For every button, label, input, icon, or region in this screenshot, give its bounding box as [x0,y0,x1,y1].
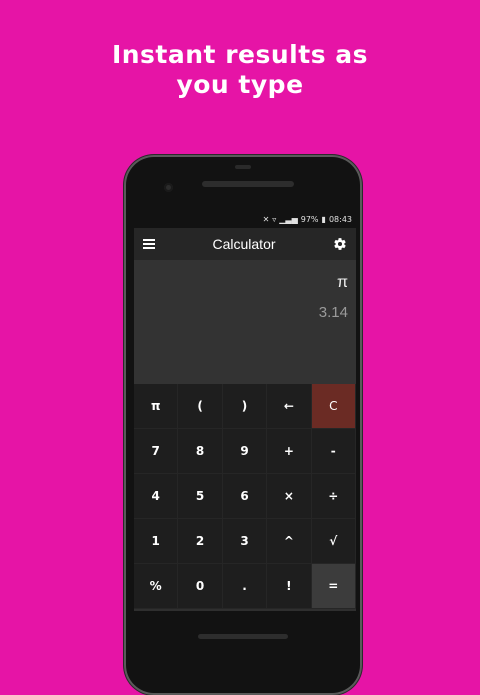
key-4[interactable]: 4 [134,474,179,519]
signal-icon: ▁▃▅ [279,215,298,224]
key-factorial[interactable]: ! [267,564,312,609]
app-bar: Calculator [134,228,356,260]
key-multiply[interactable]: × [267,474,312,519]
key-divide[interactable]: ÷ [311,474,356,519]
key-sqrt[interactable]: √ [311,519,356,564]
promo-headline: Instant results as you type [0,40,480,100]
key-open-paren[interactable]: ( [178,384,223,429]
key-backspace[interactable]: ← [267,384,312,429]
battery-icon: ▮ [321,215,326,224]
key-pi[interactable]: π [134,384,179,429]
key-2[interactable]: 2 [178,519,223,564]
headline-line-2: you type [176,70,304,99]
key-7[interactable]: 7 [134,429,179,474]
front-camera [164,183,173,192]
expression-text[interactable]: π [337,274,348,292]
key-6[interactable]: 6 [222,474,268,519]
hamburger-menu-icon[interactable] [143,239,155,249]
keypad: π ( ) ← C 7 8 9 + - 4 5 6 × ÷ 1 2 3 ^ √ … [134,384,356,609]
key-9[interactable]: 9 [222,429,268,474]
key-minus[interactable]: - [311,429,356,474]
key-decimal[interactable]: . [222,564,268,609]
key-percent[interactable]: % [134,564,179,609]
headline-line-1: Instant results as [111,40,369,69]
key-5[interactable]: 5 [178,474,223,519]
key-8[interactable]: 8 [178,429,223,474]
key-close-paren[interactable]: ) [222,384,268,429]
phone-frame: ✕ ▿ ▁▃▅ 97% ▮ 08:43 Calculator π 3.14 π … [124,155,362,695]
mute-icon: ✕ [262,215,270,224]
key-3[interactable]: 3 [222,519,268,564]
wifi-icon: ▿ [272,215,277,224]
bottom-speaker [198,634,288,639]
key-plus[interactable]: + [267,429,312,474]
status-bar: ✕ ▿ ▁▃▅ 97% ▮ 08:43 [134,211,356,228]
earpiece-speaker [202,181,294,187]
gear-icon[interactable] [333,237,347,251]
key-0[interactable]: 0 [178,564,223,609]
key-equals[interactable]: = [311,564,356,609]
key-1[interactable]: 1 [134,519,179,564]
phone-sensor [235,165,251,169]
phone-screen: ✕ ▿ ▁▃▅ 97% ▮ 08:43 Calculator π 3.14 π … [134,211,356,611]
clock: 08:43 [328,215,352,224]
battery-percent: 97% [300,215,319,224]
key-power[interactable]: ^ [267,519,312,564]
key-clear[interactable]: C [311,384,356,429]
app-title: Calculator [212,236,276,252]
result-text: 3.14 [318,304,348,321]
calculator-display: π 3.14 [134,260,356,384]
